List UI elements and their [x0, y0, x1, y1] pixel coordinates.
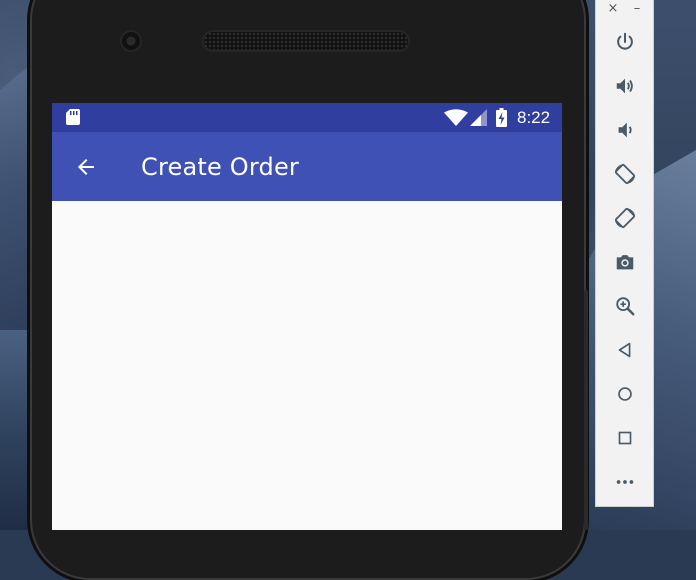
panel-minimize-button[interactable]: –	[630, 1, 644, 17]
sd-card-icon	[66, 109, 80, 125]
volume-up-icon	[616, 78, 633, 94]
back-button[interactable]	[66, 147, 106, 187]
cell-signal-icon	[470, 109, 487, 126]
more-icon	[616, 480, 634, 484]
phone-screen: 8:22 Create Order	[52, 103, 562, 530]
phone-side-edge	[584, 290, 588, 530]
page-title: Create Order	[141, 153, 299, 181]
battery-charging-icon	[496, 108, 507, 127]
power-icon	[617, 32, 633, 50]
zoom-icon	[616, 297, 635, 316]
panel-close-button[interactable]: ×	[606, 1, 620, 17]
front-camera	[122, 32, 140, 50]
emulator-control-panel: × –	[595, 0, 654, 507]
volume-up-button[interactable]	[611, 72, 639, 100]
more-options-button[interactable]	[611, 468, 639, 496]
rotate-right-icon	[614, 207, 636, 229]
rotate-left-button[interactable]	[611, 160, 639, 188]
back-triangle-icon	[618, 342, 631, 358]
panel-titlebar: × –	[596, 0, 653, 20]
status-bar: 8:22	[52, 103, 562, 132]
home-circle-icon	[618, 387, 632, 401]
app-bar: Create Order	[52, 132, 562, 201]
power-button[interactable]	[611, 28, 639, 56]
zoom-button[interactable]	[611, 292, 639, 320]
nav-overview-button[interactable]	[611, 424, 639, 452]
volume-down-icon	[618, 122, 632, 138]
status-clock: 8:22	[517, 108, 551, 127]
wifi-icon	[444, 109, 468, 126]
rotate-right-button[interactable]	[611, 204, 639, 232]
earpiece-speaker	[204, 32, 408, 50]
nav-back-button[interactable]	[611, 336, 639, 364]
arrow-back-icon	[78, 159, 94, 175]
content-area	[52, 201, 562, 530]
volume-down-button[interactable]	[611, 116, 639, 144]
overview-square-icon	[618, 431, 632, 445]
nav-home-button[interactable]	[611, 380, 639, 408]
rotate-left-icon	[614, 163, 636, 185]
screenshot-button[interactable]	[611, 248, 639, 276]
camera-icon	[616, 255, 634, 270]
